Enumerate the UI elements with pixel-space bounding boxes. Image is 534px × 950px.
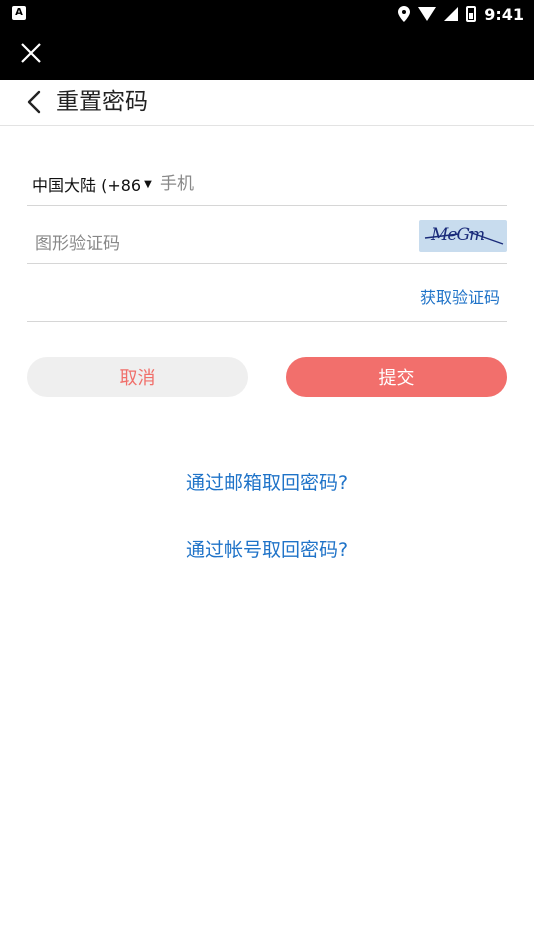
account-recovery-link[interactable]: 通过帐号取回密码? <box>0 535 534 562</box>
captcha-image[interactable]: MeGm <box>419 220 507 252</box>
status-icons: 9:41 <box>398 3 524 25</box>
get-code-button[interactable]: 获取验证码 <box>420 284 500 308</box>
country-code-label: 中国大陆 (+86 <box>32 176 142 195</box>
page-title: 重置密码 <box>56 89 148 115</box>
phone-input[interactable] <box>160 168 490 200</box>
cancel-button[interactable]: 取消 <box>27 357 248 397</box>
status-time: 9:41 <box>484 4 524 24</box>
submit-button[interactable]: 提交 <box>286 357 507 397</box>
close-icon[interactable] <box>18 40 44 66</box>
email-recovery-link[interactable]: 通过邮箱取回密码? <box>0 468 534 495</box>
location-icon <box>398 6 411 22</box>
notification-badge: A <box>12 6 26 20</box>
captcha-input[interactable] <box>35 228 395 260</box>
captcha-row: MeGm <box>27 218 507 264</box>
sms-code-row: 获取验证码 <box>27 276 507 322</box>
status-bar: A 9:41 <box>0 0 534 28</box>
captcha-text: MeGm <box>431 225 485 245</box>
country-code-selector[interactable]: 中国大陆 (+86 ▼ <box>32 172 152 196</box>
sms-code-input[interactable] <box>35 284 395 316</box>
title-bar: 重置密码 <box>0 80 534 126</box>
dropdown-caret-icon: ▼ <box>144 178 152 190</box>
close-bar <box>0 28 534 80</box>
phone-row: 中国大陆 (+86 ▼ <box>27 160 507 206</box>
badge-label: A <box>15 7 23 18</box>
battery-icon <box>466 6 477 22</box>
signal-icon <box>444 7 459 21</box>
wifi-icon <box>418 7 437 21</box>
back-arrow-icon[interactable] <box>24 89 46 115</box>
